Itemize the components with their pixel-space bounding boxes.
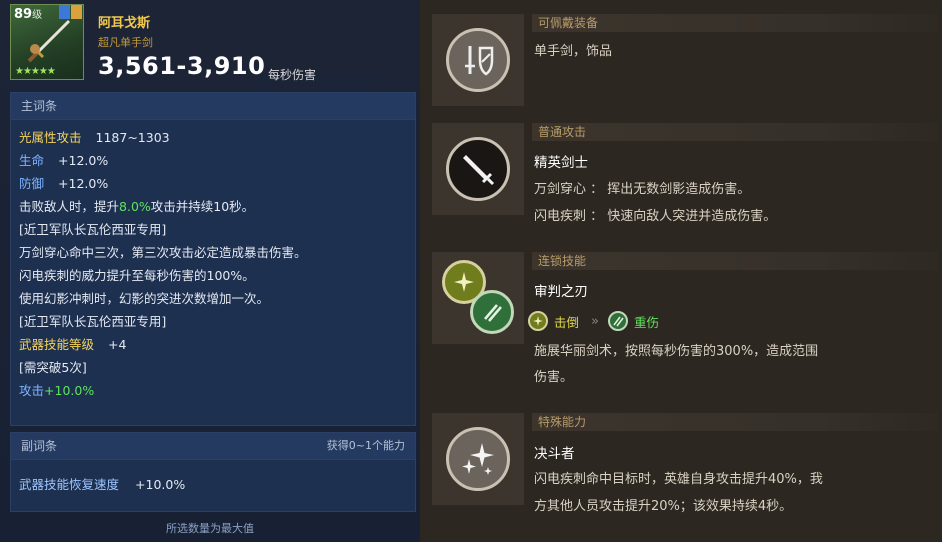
effect-line: 万剑穿心命中三次，第三次攻击必定造成暴击伤害。 <box>19 245 307 260</box>
chain-skill-desc-1: 施展华丽剑术，按照每秒伤害的300%，造成范围 <box>534 344 819 359</box>
normal-attack-title: 精英剑士 <box>534 155 588 171</box>
blue-badge-icon <box>59 5 70 19</box>
sub-stat-row: 武器技能恢复速度 +10.0% <box>19 477 186 492</box>
normal-attack-label: 普通攻击 <box>532 123 938 141</box>
main-stats-box: 主词条 光属性攻击 1187~1303 生命 +12.0% 防御 +12.0% 击败敌… <box>10 92 416 426</box>
special-ability-desc-2: 方其他人员攻击提升20%；该效果持续4秒。 <box>534 499 793 514</box>
equip-text: 单手剑，饰品 <box>534 44 613 59</box>
sub-stats-header: 副词条 获得0~1个能力 <box>11 433 415 460</box>
knockdown-tag: 击倒 <box>554 314 580 330</box>
wound-icon <box>607 311 628 331</box>
main-stats-header: 主词条 <box>11 93 415 120</box>
sub-stats-hint: 获得0~1个能力 <box>326 439 405 452</box>
slash-icon <box>470 290 514 334</box>
normal-attack-icon-tile[interactable] <box>432 123 524 215</box>
skills-panel: 可佩戴装备 单手剑，饰品 普通攻击 精英剑士 万剑穿心 ： 挥出无数剑影造成伤害… <box>420 0 942 542</box>
effect-line: 使用幻影冲刺时，幻影的突进次数增加一次。 <box>19 291 270 306</box>
wound-tag: 重伤 <box>633 314 659 330</box>
knockdown-icon <box>528 311 548 331</box>
chain-skill-desc-2: 伤害。 <box>534 370 574 385</box>
equip-icon-tile[interactable] <box>432 14 524 106</box>
breakthrough-line: [需突破5次] <box>19 360 87 375</box>
item-stars: ★★★★★ <box>15 66 56 77</box>
special-ability-label: 特殊能力 <box>532 413 938 431</box>
exclusive-line: [近卫军队长瓦伦西亚专用] <box>19 314 167 329</box>
attack-line: 攻击+10.0% <box>19 383 95 398</box>
item-thumbnail[interactable]: 89级 ★★★★★ <box>10 4 84 80</box>
normal-attack-desc-2: 闪电疾刺 ： 快速向敌人突进并造成伤害。 <box>534 209 777 224</box>
item-header: 89级 ★★★★★ 阿耳戈斯 超凡单手剑 3,561-3,910 每秒伤害 <box>0 0 420 88</box>
item-name: 阿耳戈斯 <box>98 16 151 31</box>
stars-icon <box>446 427 510 491</box>
effect-line: 闪电疾刺的威力提升至每秒伤害的100%。 <box>19 268 255 283</box>
chain-tags: 击倒 » 重伤 <box>528 309 659 333</box>
sub-stats-box: 副词条 获得0~1个能力 武器技能恢复速度 +10.0% <box>10 432 416 512</box>
stat-row: 生命 +12.0% <box>19 153 109 168</box>
stat-row: 防御 +12.0% <box>19 176 109 191</box>
item-dps: 3,561-3,910 <box>98 52 266 80</box>
normal-attack-desc-1: 万剑穿心 ： 挥出无数剑影造成伤害。 <box>534 182 751 197</box>
gold-badge-icon <box>71 5 82 19</box>
item-details-panel: 89级 ★★★★★ 阿耳戈斯 超凡单手剑 3,561-3,910 每秒伤害 主词… <box>0 0 420 542</box>
stat-row: 光属性攻击 1187~1303 <box>19 130 170 145</box>
equip-section-label: 可佩戴装备 <box>532 14 938 32</box>
special-ability-icon-tile[interactable] <box>432 413 524 505</box>
chain-arrow-icon: » <box>591 313 599 329</box>
footer-note: 所选数量为最大值 <box>166 522 254 535</box>
effect-line: 击败敌人时，提升8.0%攻击并持续10秒。 <box>19 199 255 214</box>
sword-strike-icon <box>446 137 510 201</box>
item-dps-unit: 每秒伤害 <box>268 68 317 82</box>
skill-level-line: 武器技能等级 +4 <box>19 337 127 352</box>
sword-icon <box>27 19 71 63</box>
exclusive-line: [近卫军队长瓦伦西亚专用] <box>19 222 167 237</box>
special-ability-title: 决斗者 <box>534 446 575 462</box>
chain-skill-icon-tile[interactable] <box>432 252 524 344</box>
equip-icon <box>446 28 510 92</box>
special-ability-desc-1: 闪电疾刺命中目标时，英雄自身攻击提升40%，我 <box>534 472 823 487</box>
item-type: 超凡单手剑 <box>98 36 153 49</box>
chain-skill-title: 审判之刃 <box>534 284 588 300</box>
chain-skill-label: 连锁技能 <box>532 252 938 270</box>
